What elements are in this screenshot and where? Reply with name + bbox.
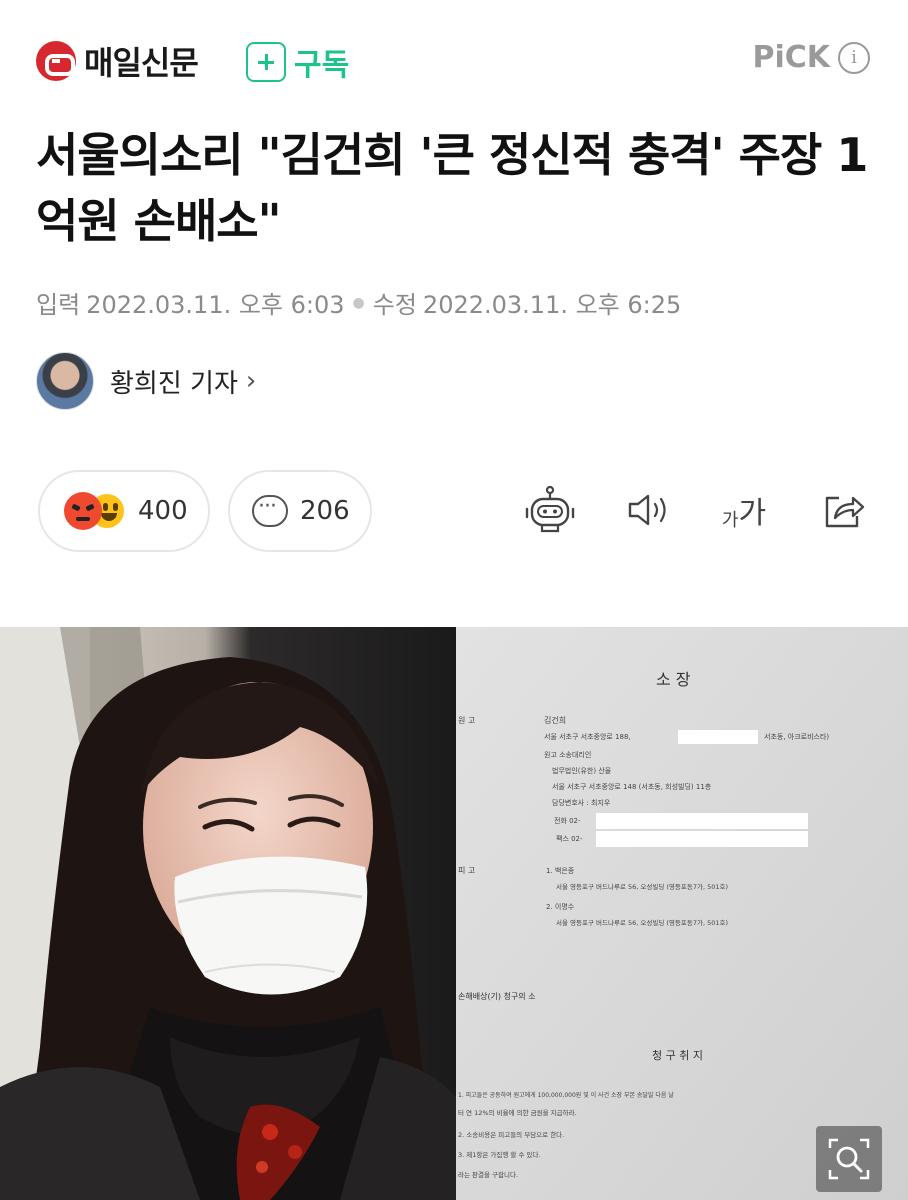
doc-line5: 서울 서초구 서초중앙로 148 (서초동, 희성빌딩) 11층 <box>552 782 712 791</box>
modified-label: 수정 <box>372 291 417 319</box>
comment-count: 206 <box>300 496 350 526</box>
share-button[interactable] <box>816 486 872 534</box>
font-size-button[interactable]: 가 가 <box>716 486 772 534</box>
doc-line14: 손해배상(기) 청구의 소 <box>458 991 536 1001</box>
doc-line3: 원고 소송대리인 <box>544 750 591 759</box>
font-size-small-label: 가 <box>721 510 739 531</box>
doc-line1b: 김건희 <box>544 715 566 725</box>
separator-dot: ● <box>352 294 365 311</box>
press-logo[interactable]: 매일신문 <box>36 38 199 84</box>
modified-date: 2022.03.11. 오후 6:25 <box>422 291 682 319</box>
font-size-icon: 가 가 <box>722 488 766 532</box>
doc-line4: 법무법인(유한) 산율 <box>552 766 612 775</box>
doc-line15: 청 구 취 지 <box>652 1049 703 1062</box>
pick-label: PiCK <box>752 40 830 75</box>
doc-line11: 서울 영등포구 버드나루로 56, 오성빌딩 (영등포동7가, 501호) <box>556 882 728 891</box>
reporter-link[interactable]: 황희진 기자 › <box>36 352 256 410</box>
reporter-name: 황희진 기자 <box>110 368 238 399</box>
doc-line20: 라는 판결을 구합니다. <box>458 1170 518 1179</box>
doc-line13: 서울 영등포구 버드나루로 56, 오성빌딩 (영등포동7가, 501호) <box>556 918 728 927</box>
article-dates: 입력 2022.03.11. 오후 6:03 ● 수정 2022.03.11. … <box>36 285 681 320</box>
doc-line6: 담당변호사 : 최지우 <box>552 798 611 807</box>
doc-line1: 원 고 <box>458 716 475 725</box>
doc-line2b: 서초동, 아크로비스타) <box>764 732 829 741</box>
reporter-avatar <box>36 352 94 410</box>
subscribe-label: 구독 <box>294 48 350 83</box>
zoom-icon <box>828 1138 870 1180</box>
pick-badge[interactable]: PiCK i <box>752 40 870 75</box>
input-label: 입력 <box>36 291 81 319</box>
chevron-right-icon: › <box>245 366 257 396</box>
doc-title: 소 장 <box>656 670 691 689</box>
top-bar: 매일신문 구독 PiCK i <box>0 0 908 110</box>
photo-illustration <box>0 627 456 1200</box>
comment-icon <box>252 494 288 527</box>
article-photo[interactable] <box>0 627 456 1200</box>
doc-line17: 터 연 12%의 비율에 의한 금원을 지급하라. <box>458 1108 577 1117</box>
doc-line16: 1. 피고들은 공동하여 원고에게 100,000,000원 및 이 사건 소장… <box>458 1091 674 1099</box>
summary-robot-button[interactable] <box>522 485 578 534</box>
doc-line10: 1. 백은종 <box>546 866 575 875</box>
speaker-icon <box>628 494 666 526</box>
zoom-image-button[interactable] <box>816 1126 882 1192</box>
logo-icon <box>36 41 76 81</box>
listen-button[interactable] <box>620 486 676 534</box>
plus-icon <box>246 42 286 82</box>
doc-line18: 2. 소송비용은 피고들의 부담으로 한다. <box>458 1130 564 1139</box>
press-name: 매일신문 <box>84 44 199 82</box>
doc-line2: 서울 서초구 서초중앙로 188, <box>544 732 631 741</box>
reaction-button[interactable]: 400 <box>38 470 210 552</box>
share-icon <box>825 496 865 528</box>
font-size-big-label: 가 <box>738 496 767 531</box>
robot-icon <box>525 485 575 533</box>
comment-button[interactable]: 206 <box>228 470 372 552</box>
doc-line7: 전화 02- <box>554 816 581 825</box>
subscribe-button[interactable]: 구독 <box>246 40 349 84</box>
angry-emoji-icon <box>64 492 102 530</box>
article-headline: 서울의소리 "김건희 '큰 정신적 충격' 주장 1억원 손배소" <box>36 128 868 248</box>
doc-line9: 피 고 <box>458 866 475 875</box>
input-date: 2022.03.11. 오후 6:03 <box>86 291 345 319</box>
lawsuit-document-image[interactable]: 소 장 원 고 김건희 서울 서초구 서초중앙로 188, 서초동, 아크로비스… <box>456 627 908 1200</box>
doc-line19: 3. 제1항은 가집행 할 수 있다. <box>458 1150 541 1159</box>
doc-line12: 2. 이명수 <box>546 902 575 911</box>
document-illustration: 소 장 원 고 김건희 서울 서초구 서초중앙로 188, 서초동, 아크로비스… <box>456 627 908 1200</box>
doc-line8: 팩스 02- <box>556 834 583 843</box>
reaction-count: 400 <box>138 496 188 526</box>
info-icon[interactable]: i <box>838 41 870 74</box>
